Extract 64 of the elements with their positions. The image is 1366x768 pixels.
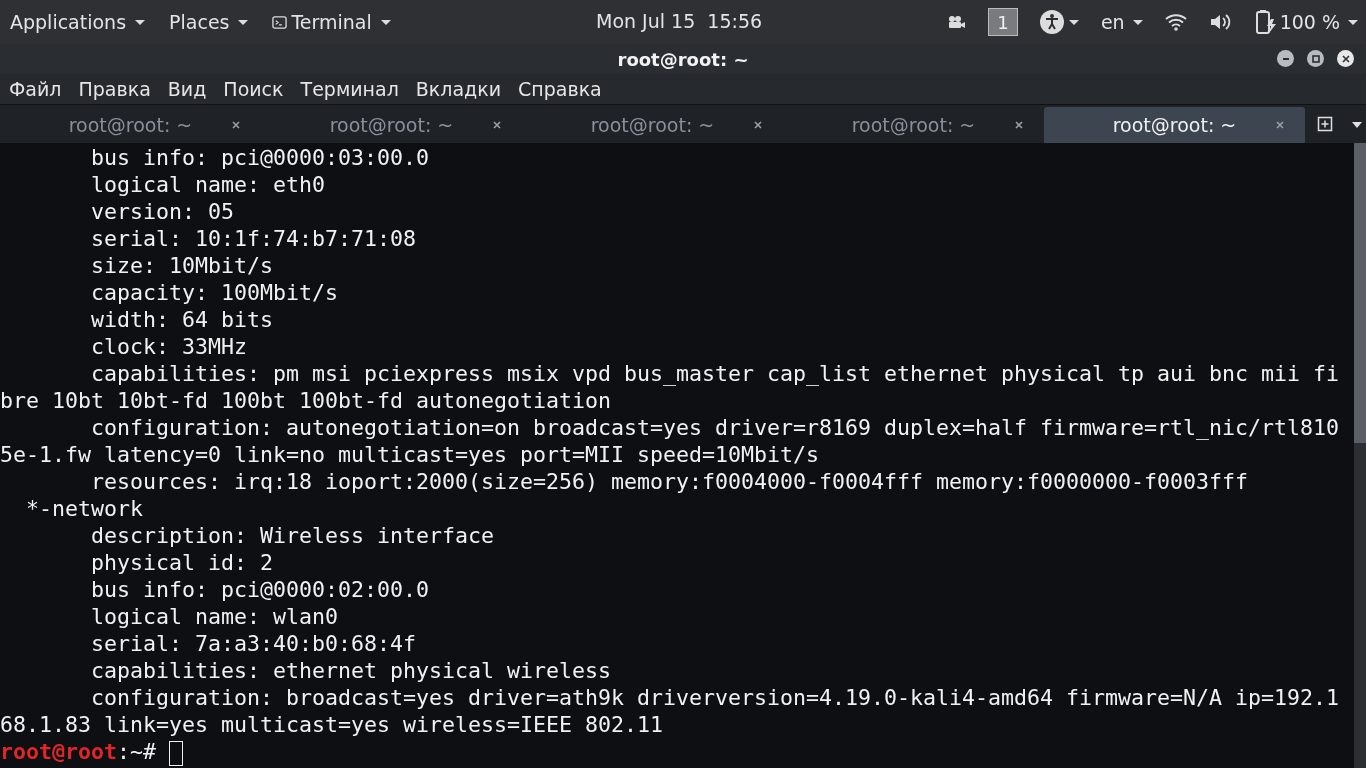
menu-item[interactable]: Вид (167, 78, 207, 100)
terminal-line: description: Wireless interface (90, 523, 495, 548)
terminal-line: logical name: eth0 (90, 172, 325, 197)
new-tab-icon[interactable] (1317, 116, 1333, 132)
close-tab-icon[interactable] (1275, 120, 1285, 130)
close-icon (1340, 53, 1351, 64)
scrollbar[interactable] (1354, 143, 1366, 768)
terminal-line: version: 05 (90, 199, 234, 224)
terminal-tab[interactable]: root@root: ~ (0, 107, 261, 143)
text-cursor (169, 740, 184, 766)
panel-menu[interactable]: Places (169, 11, 249, 33)
scrollbar-thumb[interactable] (1354, 143, 1366, 443)
minimize-button[interactable] (1277, 50, 1294, 67)
terminal-line: *-network (25, 496, 143, 521)
terminal-line: resources: irq:18 ioport:2000(size=256) memory:f0004000-f0004fff memory:f0000000-f0003fff (90, 469, 1249, 494)
menu-item[interactable]: Терминал (300, 78, 399, 100)
menu-item[interactable]: Файл (9, 78, 62, 100)
menu-item[interactable]: Поиск (223, 78, 284, 100)
volume-icon[interactable] (1208, 12, 1233, 32)
terminal-line: bus info: pci@0000:02:00.0 (90, 577, 430, 602)
terminal-tab[interactable]: root@root: ~ (522, 107, 783, 143)
close-tab-icon[interactable] (492, 120, 502, 130)
window-title: root@root: ~ (617, 48, 749, 70)
close-tab-icon[interactable] (753, 120, 763, 130)
close-tab-icon[interactable] (1014, 120, 1024, 130)
menu-item[interactable]: Справка (518, 78, 602, 100)
terminal-tab[interactable]: root@root: ~ (783, 107, 1044, 143)
terminal-line: configuration: autonegotiation=on broadcast=yes driver=r8169 duplex=half firmware=rtl_nic/rtl810 (90, 415, 1340, 440)
terminal-line: width: 64 bits (90, 307, 273, 332)
maximize-button[interactable] (1307, 50, 1324, 67)
accessibility-icon (1039, 10, 1064, 34)
maximize-icon (1310, 53, 1321, 64)
terminal-line: 5e-1.fw latency=0 link=no multicast=yes port=MII speed=10Mbit/s (0, 442, 820, 467)
wifi-icon[interactable] (1164, 13, 1187, 31)
panel-menu[interactable]: Applications (10, 11, 146, 33)
clock[interactable]: Mon Jul 15 15:56 (596, 10, 763, 32)
terminal-line: bre 10bt 10bt-fd 100bt 100bt-fd autonegotiation (0, 388, 612, 413)
battery-icon (1254, 9, 1277, 35)
panel-menu[interactable]: Terminal (272, 11, 391, 33)
terminal-line: bus info: pci@0000:03:00.0 (90, 145, 430, 170)
prompt-user: root@root (0, 739, 117, 764)
terminal-line: serial: 7a:a3:40:b0:68:4f (90, 631, 417, 656)
terminal-line: logical name: wlan0 (90, 604, 338, 629)
language-menu[interactable]: en (1100, 11, 1143, 33)
terminal-line: capabilities: ethernet physical wireless (90, 658, 612, 683)
terminal-line: serial: 10:1f:74:b7:71:08 (90, 226, 417, 251)
close-tab-icon[interactable] (231, 120, 241, 130)
menu-item[interactable]: Вкладки (415, 78, 502, 100)
terminal-line: capacity: 100Mbit/s (90, 280, 338, 305)
terminal-line: size: 10Mbit/s (90, 253, 273, 278)
terminal-line: capabilities: pm msi pciexpress msix vpd bus_master cap_list ethernet physical tp aui bnc mii fi (90, 361, 1340, 386)
terminal-line: clock: 33MHz (90, 334, 247, 359)
prompt-path: :~# (117, 739, 158, 764)
dropdown-caret-icon[interactable] (1351, 121, 1363, 129)
power-menu[interactable]: 100 % (1254, 9, 1358, 35)
close-button[interactable] (1337, 50, 1354, 67)
workspace-indicator[interactable]: 1 (987, 8, 1018, 36)
terminal-tab[interactable]: root@root: ~ (261, 107, 522, 143)
accessibility-menu[interactable] (1039, 10, 1079, 34)
terminal-line: physical id: 2 (90, 550, 273, 575)
terminal-line: configuration: broadcast=yes driver=ath9k driverversion=4.19.0-kali4-amd64 firmware=N/A ip=192.1 (90, 685, 1340, 710)
terminal-tab[interactable]: root@root: ~ (1044, 107, 1305, 143)
terminal-line: 68.1.83 link=yes multicast=yes wireless=IEEE 802.11 (0, 712, 664, 737)
menu-item[interactable]: Правка (78, 78, 151, 100)
